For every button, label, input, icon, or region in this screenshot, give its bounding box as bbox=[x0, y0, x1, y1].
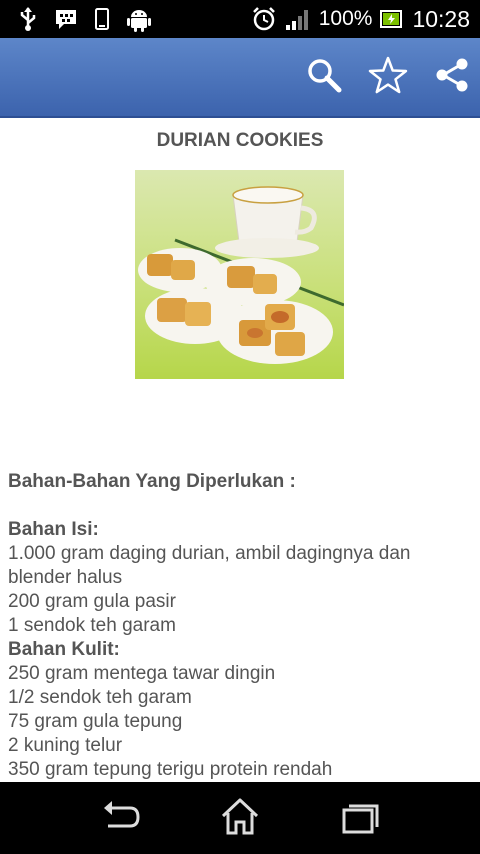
recipe-photo bbox=[135, 170, 344, 379]
signal-icon bbox=[285, 10, 308, 30]
recipe-content[interactable]: DURIAN COOKIES Bahan-Bahan Yang Diperluk… bbox=[0, 118, 480, 782]
recent-apps-icon[interactable] bbox=[340, 796, 380, 838]
action-bar bbox=[0, 38, 480, 118]
clock: 10:28 bbox=[412, 5, 470, 32]
home-icon[interactable] bbox=[220, 796, 260, 838]
list-item: 1 sendok teh garam bbox=[8, 615, 176, 636]
list-item: 2 kuning telur bbox=[8, 735, 123, 756]
alarm-icon bbox=[252, 7, 275, 31]
battery-icon bbox=[380, 10, 403, 28]
battery-percent: 100% bbox=[318, 7, 373, 30]
android-icon bbox=[127, 10, 151, 32]
ingredients-heading: Bahan-Bahan Yang Diperlukan : bbox=[8, 471, 296, 492]
list-item: 200 gram gula pasir bbox=[8, 591, 176, 612]
list-item: 1.000 gram daging durian, ambil dagingny… bbox=[8, 543, 411, 588]
star-icon[interactable] bbox=[368, 56, 408, 94]
list-item: 250 gram mentega tawar dingin bbox=[8, 663, 276, 684]
phone-icon bbox=[95, 8, 109, 30]
recipe-title: DURIAN COOKIES bbox=[156, 130, 324, 151]
status-bar: 100% 10:28 bbox=[0, 0, 480, 38]
recipe-text: Bahan-Bahan Yang Diperlukan : Bahan Isi:… bbox=[8, 470, 474, 782]
list-item: 1/2 sendok teh garam bbox=[8, 687, 192, 708]
skin-label: Bahan Kulit: bbox=[8, 639, 120, 660]
usb-icon bbox=[20, 7, 36, 31]
navigation-bar bbox=[0, 782, 480, 854]
bbm-icon bbox=[56, 10, 76, 29]
filling-label: Bahan Isi: bbox=[8, 519, 99, 540]
back-icon[interactable] bbox=[100, 796, 142, 838]
list-item: 350 gram tepung terigu protein rendah bbox=[8, 759, 333, 780]
list-item: 75 gram gula tepung bbox=[8, 711, 183, 732]
share-icon[interactable] bbox=[434, 57, 470, 93]
search-icon[interactable] bbox=[306, 57, 342, 93]
